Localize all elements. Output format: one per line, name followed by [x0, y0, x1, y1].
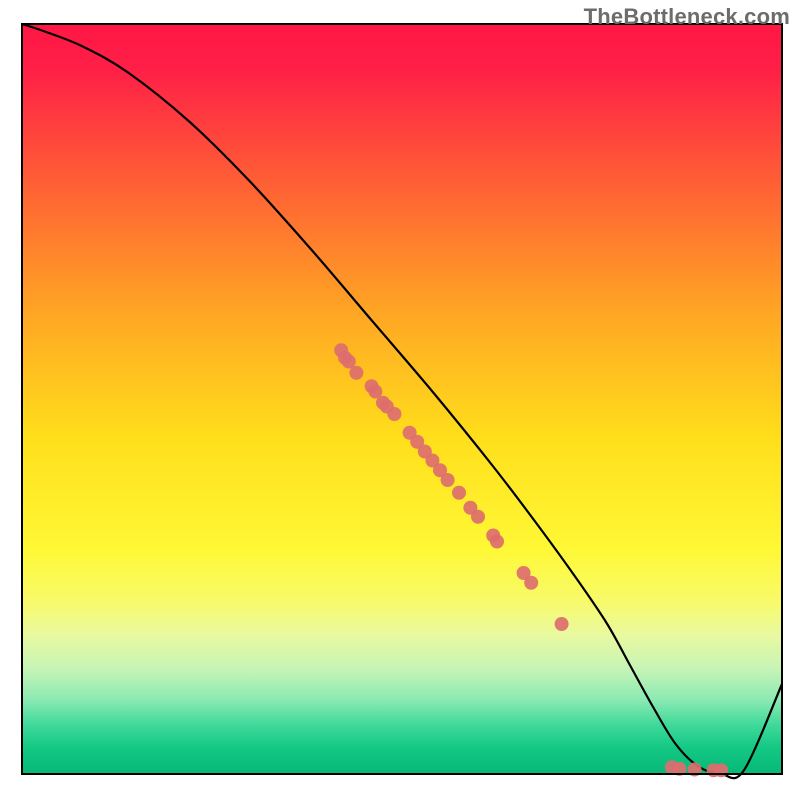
chart-stage: TheBottleneck.com [0, 0, 800, 800]
data-point [714, 763, 728, 777]
data-point [452, 486, 466, 500]
bottleneck-chart [0, 0, 800, 800]
watermark-text: TheBottleneck.com [584, 4, 790, 30]
data-point [471, 510, 485, 524]
plot-background [22, 24, 782, 774]
data-point [555, 617, 569, 631]
data-point [349, 366, 363, 380]
data-point [524, 576, 538, 590]
data-point [490, 535, 504, 549]
data-point [387, 407, 401, 421]
data-point [441, 473, 455, 487]
